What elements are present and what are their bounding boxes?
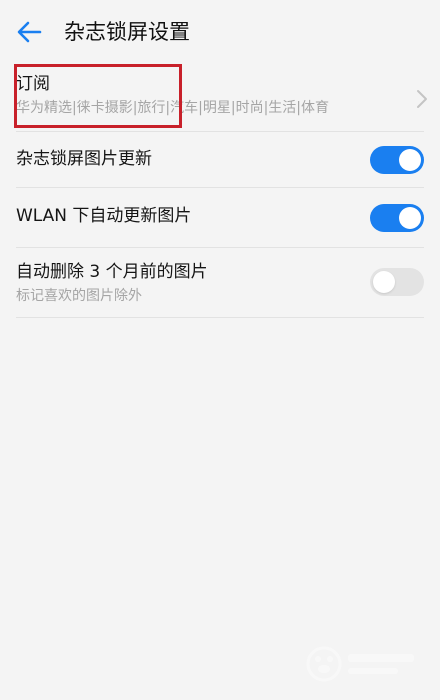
back-button[interactable] xyxy=(14,18,46,46)
toggle-knob xyxy=(373,271,395,293)
magazine-update-toggle[interactable] xyxy=(370,146,424,174)
wlan-update-row[interactable]: WLAN 下自动更新图片 xyxy=(0,188,440,248)
subscribe-categories: 华为精选|徕卡摄影|旅行|汽车|明星|时尚|生活|体育 xyxy=(16,100,330,116)
toggle-knob xyxy=(399,149,421,171)
subscribe-title: 订阅 xyxy=(16,74,50,94)
toggle-knob xyxy=(399,207,421,229)
auto-delete-label: 自动删除 3 个月前的图片 xyxy=(16,262,208,282)
page-title: 杂志锁屏设置 xyxy=(64,20,190,44)
auto-delete-toggle[interactable] xyxy=(370,268,424,296)
magazine-update-label: 杂志锁屏图片更新 xyxy=(16,149,152,169)
arrow-left-icon xyxy=(17,21,42,43)
subscribe-row[interactable]: 订阅 华为精选|徕卡摄影|旅行|汽车|明星|时尚|生活|体育 xyxy=(0,62,440,132)
wlan-update-toggle[interactable] xyxy=(370,204,424,232)
wlan-update-label: WLAN 下自动更新图片 xyxy=(16,206,192,226)
row-divider xyxy=(16,317,424,318)
settings-list: 订阅 华为精选|徕卡摄影|旅行|汽车|明星|时尚|生活|体育 杂志锁屏图片更新 … xyxy=(0,62,440,318)
baidu-jingyan-watermark xyxy=(306,646,414,682)
auto-delete-note: 标记喜欢的图片除外 xyxy=(16,288,142,304)
chevron-right-icon xyxy=(417,90,427,108)
auto-delete-row[interactable]: 自动删除 3 个月前的图片 标记喜欢的图片除外 xyxy=(0,248,440,318)
magazine-update-row[interactable]: 杂志锁屏图片更新 xyxy=(0,132,440,188)
app-header: 杂志锁屏设置 xyxy=(0,0,440,62)
